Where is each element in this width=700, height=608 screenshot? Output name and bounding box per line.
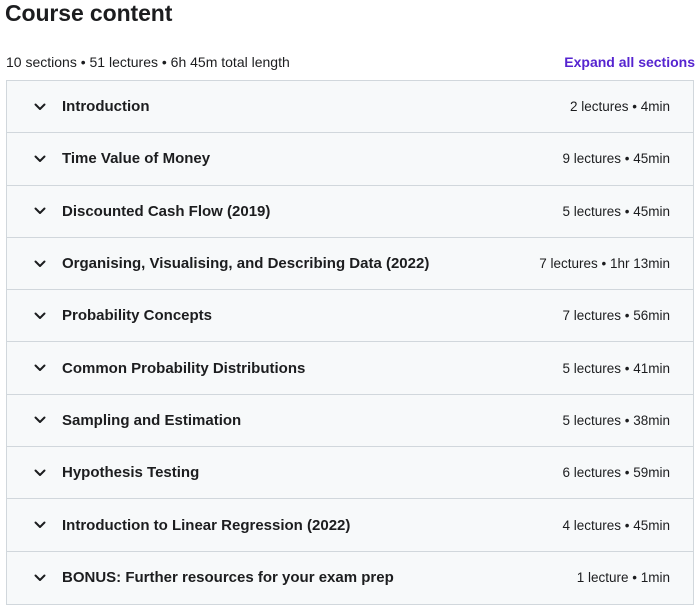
page-title: Course content [5, 0, 173, 26]
section-meta: 1 lecture • 1min [576, 570, 670, 586]
chevron-down-icon [34, 414, 46, 426]
chevron-down-icon [34, 153, 46, 165]
section-meta: 7 lectures • 1hr 13min [539, 256, 670, 272]
section-meta: 6 lectures • 59min [562, 465, 670, 481]
section-title: Probability Concepts [62, 307, 213, 325]
expand-all-sections-button[interactable]: Expand all sections [564, 54, 695, 70]
chevron-down-icon [34, 310, 46, 322]
section-title: Organising, Visualising, and Describing … [62, 255, 430, 273]
section-meta: 5 lectures • 41min [562, 360, 670, 376]
section-title: Sampling and Estimation [62, 411, 242, 429]
section-title: Discounted Cash Flow (2019) [62, 202, 271, 220]
section-meta: 5 lectures • 38min [562, 412, 670, 428]
section-title: BONUS: Further resources for your exam p… [62, 569, 394, 587]
section-list: Introduction 2 lectures • 4min Time Valu… [6, 80, 694, 605]
section-item[interactable]: Probability Concepts 7 lectures • 56min [7, 290, 693, 343]
course-summary: 10 sections • 51 lectures • 6h 45m total… [6, 54, 290, 70]
chevron-down-icon [34, 519, 46, 531]
section-meta: 5 lectures • 45min [562, 203, 670, 219]
course-summary-row: 10 sections • 51 lectures • 6h 45m total… [6, 52, 695, 72]
section-item[interactable]: Common Probability Distributions 5 lectu… [7, 342, 693, 395]
chevron-down-icon [34, 572, 46, 584]
chevron-down-icon [34, 258, 46, 270]
section-item[interactable]: Hypothesis Testing 6 lectures • 59min [7, 447, 693, 500]
chevron-down-icon [34, 101, 46, 113]
section-title: Introduction to Linear Regression (2022) [62, 516, 351, 534]
section-item[interactable]: BONUS: Further resources for your exam p… [7, 551, 693, 604]
section-item[interactable]: Sampling and Estimation 5 lectures • 38m… [7, 394, 693, 448]
chevron-down-icon [34, 362, 46, 374]
section-item[interactable]: Introduction 2 lectures • 4min [7, 81, 693, 134]
section-meta: 9 lectures • 45min [562, 151, 670, 167]
chevron-down-icon [34, 205, 46, 217]
section-meta: 2 lectures • 4min [569, 99, 670, 115]
section-item[interactable]: Organising, Visualising, and Describing … [7, 237, 693, 291]
section-item[interactable]: Discounted Cash Flow (2019) 5 lectures •… [7, 185, 693, 238]
section-item[interactable]: Introduction to Linear Regression (2022)… [7, 499, 693, 552]
section-title: Common Probability Distributions [62, 359, 306, 377]
section-meta: 4 lectures • 45min [562, 517, 670, 533]
section-meta: 7 lectures • 56min [562, 308, 670, 324]
section-title: Introduction [62, 98, 150, 116]
section-title: Hypothesis Testing [62, 464, 200, 482]
section-title: Time Value of Money [62, 150, 211, 168]
chevron-down-icon [34, 467, 46, 479]
section-item[interactable]: Time Value of Money 9 lectures • 45min [7, 133, 693, 186]
